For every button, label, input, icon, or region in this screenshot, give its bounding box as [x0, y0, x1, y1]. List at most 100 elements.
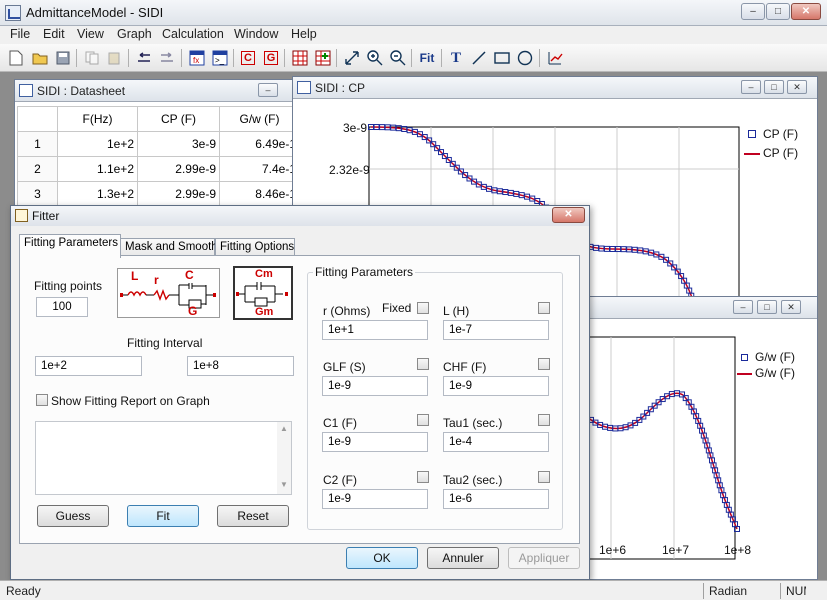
open-icon[interactable] — [30, 48, 50, 68]
menu-edit[interactable]: Edit — [43, 27, 65, 41]
param-c1-fixed-checkbox[interactable] — [417, 414, 429, 426]
param-glf-label: GLF (S) — [323, 360, 366, 374]
interval-from-input[interactable] — [35, 356, 142, 376]
zoom-in-icon[interactable] — [365, 48, 385, 68]
param-glf-fixed-checkbox[interactable] — [417, 358, 429, 370]
gw-close-button[interactable]: ✕ — [781, 300, 801, 314]
column-header[interactable]: F(Hz) — [57, 106, 138, 132]
datasheet-table: F(Hz) CP (F) G/w (F) 1 1e+2 3e-9 6.49e-1… — [17, 106, 300, 207]
menu-file[interactable]: File — [10, 27, 30, 41]
param-l-fixed-checkbox[interactable] — [538, 302, 550, 314]
param-c2-fixed-checkbox[interactable] — [417, 471, 429, 483]
param-c2-input[interactable] — [322, 489, 428, 509]
param-c1-input[interactable] — [322, 432, 428, 452]
table-cell[interactable]: 1e+2 — [57, 131, 138, 157]
param-chf-input[interactable] — [443, 376, 549, 396]
cancel-button[interactable]: Annuler — [427, 547, 499, 569]
menu-bar: File Edit View Graph Calculation Window … — [0, 26, 827, 44]
column-header[interactable]: G/w (F) — [219, 106, 300, 132]
menu-view[interactable]: View — [77, 27, 104, 41]
axes-pan-icon[interactable] — [342, 48, 362, 68]
text-tool-button[interactable]: T — [446, 48, 466, 68]
table-cell[interactable]: 7.4e-1 — [219, 156, 300, 182]
fitter-dialog: Fitter ✕ Fitting Parameters Mask and Smo… — [10, 205, 590, 580]
param-tau2-fixed-checkbox[interactable] — [538, 471, 550, 483]
param-r-fixed-checkbox[interactable] — [417, 302, 429, 314]
fit-button[interactable]: Fit — [127, 505, 199, 527]
param-tau2-input[interactable] — [443, 489, 549, 509]
table-cell[interactable]: 1.3e+2 — [57, 181, 138, 207]
param-tau1-fixed-checkbox[interactable] — [538, 414, 550, 426]
cp-y-tick-2: 2.32e-9 — [329, 163, 370, 177]
ok-button[interactable]: OK — [346, 547, 418, 569]
cp-y-tick-top: 3e-9 — [343, 121, 368, 135]
table-header-row: F(Hz) CP (F) G/w (F) — [17, 106, 300, 132]
tab-fitting-parameters[interactable]: Fitting Parameters — [19, 234, 121, 258]
column-header[interactable]: CP (F) — [137, 106, 220, 132]
param-l-input[interactable] — [443, 320, 549, 340]
minimize-button[interactable]: – — [741, 3, 765, 20]
param-tau1-input[interactable] — [443, 432, 549, 452]
zoom-out-icon[interactable] — [388, 48, 408, 68]
table-cell[interactable]: 8.46e-1 — [219, 181, 300, 207]
add-column-icon[interactable] — [290, 48, 310, 68]
fitting-report-textarea[interactable]: ▲ ▼ — [35, 421, 292, 495]
fitting-points-input[interactable] — [36, 297, 88, 317]
menu-graph[interactable]: Graph — [117, 27, 152, 41]
param-chf-fixed-checkbox[interactable] — [538, 358, 550, 370]
line-tool-icon[interactable] — [469, 48, 489, 68]
datasheet-title: SIDI : Datasheet — [37, 84, 126, 98]
script-icon[interactable]: >_ — [210, 48, 230, 68]
table-cell[interactable]: 2.99e-9 — [137, 181, 220, 207]
rectangle-tool-icon[interactable] — [492, 48, 512, 68]
apply-button[interactable]: Appliquer — [508, 547, 580, 569]
new-icon[interactable] — [6, 48, 26, 68]
table-cell[interactable]: 6.49e-1 — [219, 131, 300, 157]
maximize-button[interactable]: □ — [766, 3, 790, 20]
param-glf-input[interactable] — [322, 376, 428, 396]
paste-icon[interactable] — [104, 48, 124, 68]
report-scrollbar[interactable]: ▲ ▼ — [277, 422, 291, 494]
datasheet-minimize-button[interactable]: – — [258, 83, 278, 97]
gw-maximize-button[interactable]: □ — [757, 300, 777, 314]
menu-help[interactable]: Help — [291, 27, 317, 41]
guess-button[interactable]: Guess — [37, 505, 109, 527]
close-button[interactable]: ✕ — [791, 3, 821, 20]
cp-maximize-button[interactable]: □ — [764, 80, 784, 94]
scroll-down-icon[interactable]: ▼ — [280, 480, 288, 489]
c-icon[interactable]: C — [238, 48, 258, 68]
scroll-up-icon[interactable]: ▲ — [280, 424, 288, 433]
undo-icon[interactable] — [134, 48, 154, 68]
gw-minimize-button[interactable]: – — [733, 300, 753, 314]
corner-cell — [17, 106, 58, 132]
row-number[interactable]: 3 — [17, 181, 58, 207]
menu-window[interactable]: Window — [234, 27, 278, 41]
ellipse-tool-icon[interactable] — [515, 48, 535, 68]
show-report-checkbox[interactable] — [36, 394, 48, 406]
row-number[interactable]: 2 — [17, 156, 58, 182]
table-cell[interactable]: 3e-9 — [137, 131, 220, 157]
save-icon[interactable] — [53, 48, 73, 68]
reset-button[interactable]: Reset — [217, 505, 289, 527]
menu-calculation[interactable]: Calculation — [162, 27, 224, 41]
circuit-cmgm-icon[interactable]: Cm Gm — [233, 266, 293, 320]
param-r-input[interactable] — [322, 320, 428, 340]
row-number[interactable]: 1 — [17, 131, 58, 157]
g-icon[interactable]: G — [261, 48, 281, 68]
cp-legend-line-label: CP (F) — [763, 146, 799, 160]
redo-icon[interactable] — [157, 48, 177, 68]
formula-icon[interactable]: fx — [187, 48, 207, 68]
add-row-icon[interactable] — [313, 48, 333, 68]
circuit-lrcg-icon[interactable]: L r C G — [117, 268, 220, 318]
status-angle-mode: Radian — [709, 584, 748, 598]
graph-settings-icon[interactable] — [545, 48, 565, 68]
cp-minimize-button[interactable]: – — [741, 80, 761, 94]
table-cell[interactable]: 2.99e-9 — [137, 156, 220, 182]
interval-to-input[interactable] — [187, 356, 294, 376]
fitter-close-button[interactable]: ✕ — [552, 207, 585, 223]
app-icon — [5, 5, 21, 21]
cp-close-button[interactable]: ✕ — [787, 80, 807, 94]
table-cell[interactable]: 1.1e+2 — [57, 156, 138, 182]
copy-icon[interactable] — [82, 48, 102, 68]
fit-toolbar-button[interactable]: Fit — [416, 48, 438, 68]
